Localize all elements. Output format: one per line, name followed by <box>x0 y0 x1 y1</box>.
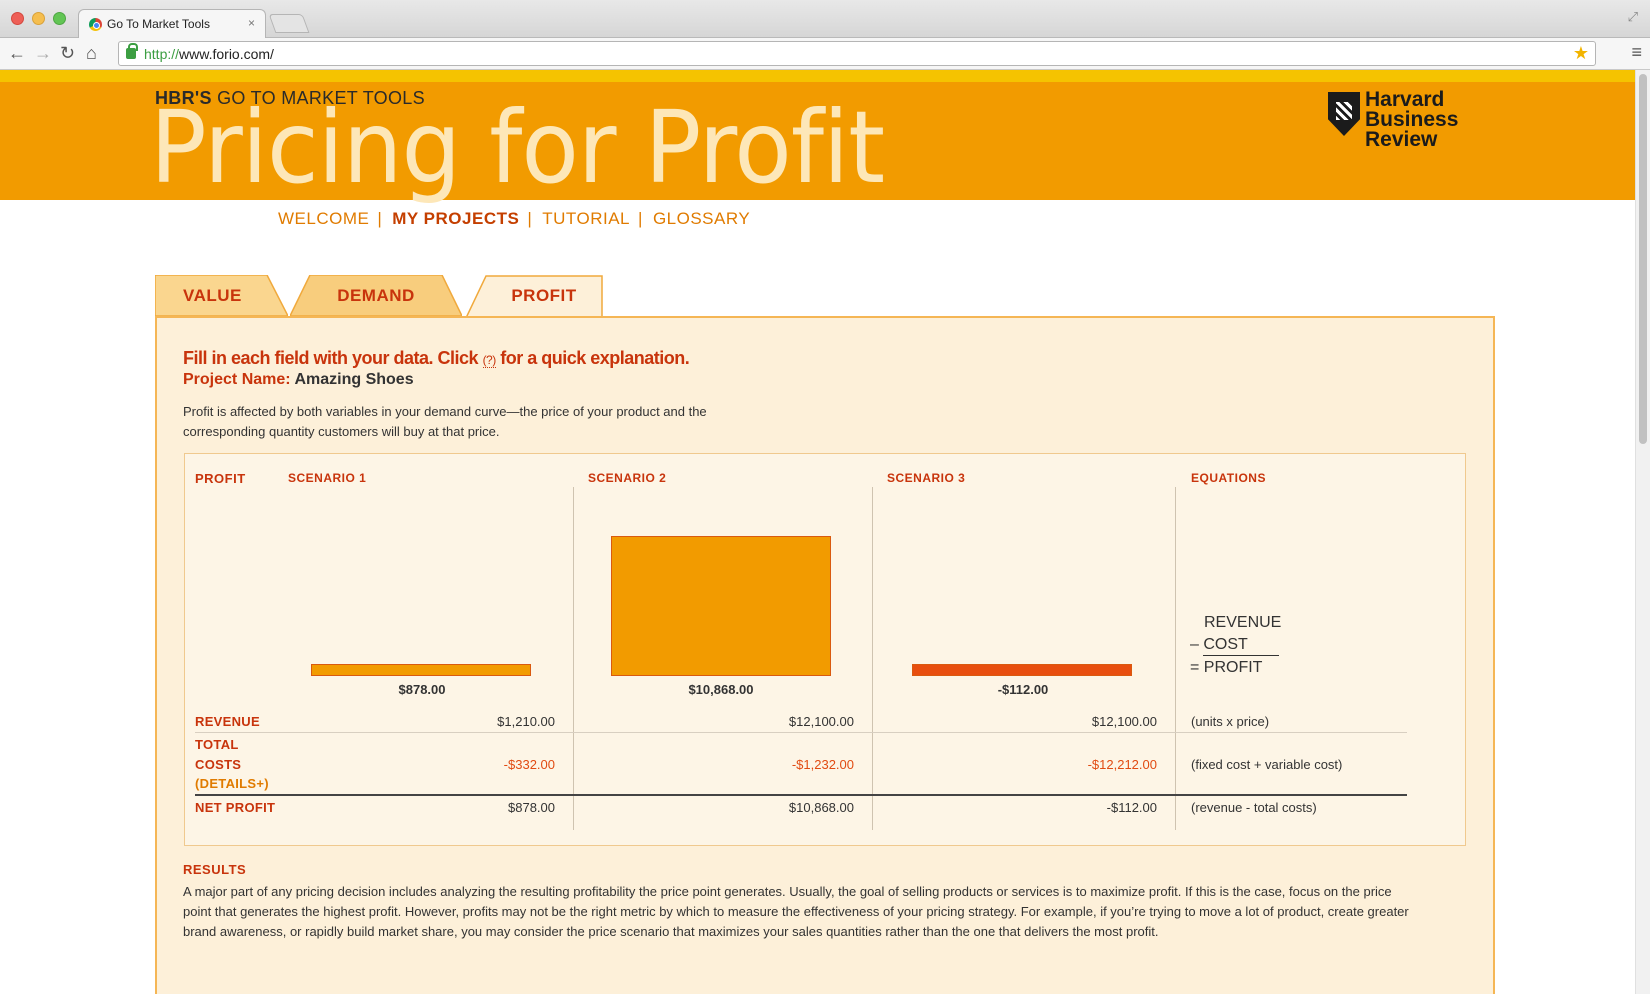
browser-toolbar: ← → ↻ ⌂ http://www.forio.com/ ★ ≡ <box>0 38 1650 70</box>
costs-s2: -$1,232.00 <box>791 757 854 772</box>
logo-text: Harvard Business Review <box>1365 88 1459 151</box>
fullscreen-icon[interactable]: ⤢ <box>1628 9 1638 25</box>
row-divider <box>195 732 1407 733</box>
total-label: TOTAL <box>195 737 239 752</box>
equations-heading: EQUATIONS <box>1191 471 1266 485</box>
tab-demand-label: DEMAND <box>337 286 415 305</box>
page-title: Pricing for Profit <box>150 89 885 206</box>
url-text: http://www.forio.com/ <box>144 46 274 62</box>
bookmark-star-icon[interactable]: ★ <box>1573 43 1589 64</box>
column-divider <box>872 487 873 830</box>
nav-welcome[interactable]: WELCOME <box>278 209 369 228</box>
forward-arrow-icon[interactable]: → <box>34 43 52 63</box>
main-nav: WELCOME | MY PROJECTS | TUTORIAL | GLOSSARY <box>278 209 750 229</box>
profit-bar-3 <box>912 664 1132 676</box>
net-s3: -$112.00 <box>1106 800 1157 815</box>
zoom-window-button[interactable] <box>53 12 66 25</box>
total-rule <box>195 794 1407 796</box>
results-heading: RESULTS <box>183 862 247 877</box>
equation-cost: – COST <box>1190 636 1248 653</box>
profit-heading: PROFIT <box>195 471 246 486</box>
project-name-value: Amazing Shoes <box>294 371 414 388</box>
nav-glossary[interactable]: GLOSSARY <box>653 209 750 228</box>
tab-profit-label: PROFIT <box>511 286 577 305</box>
net-s1: $878.00 <box>508 800 555 815</box>
revenue-s1: $1,210.00 <box>497 714 555 729</box>
minimize-window-button[interactable] <box>32 12 45 25</box>
nav-separator: | <box>638 209 643 228</box>
veritas-shield-icon <box>1328 92 1360 136</box>
hbr-logo[interactable]: Harvard Business Review <box>1328 88 1468 156</box>
tab-demand[interactable]: DEMAND <box>290 275 462 316</box>
browser-tab-title: Go To Market Tools <box>107 17 210 31</box>
revenue-label: REVENUE <box>195 714 260 729</box>
results-text: A major part of any pricing decision inc… <box>183 884 1409 939</box>
scenario-2-heading: SCENARIO 2 <box>588 471 667 485</box>
nav-tutorial[interactable]: TUTORIAL <box>542 209 630 228</box>
address-bar[interactable]: http://www.forio.com/ ★ <box>118 41 1596 66</box>
equation-rule <box>1203 655 1279 656</box>
scenario-3-heading: SCENARIO 3 <box>887 471 966 485</box>
equation-revenue: REVENUE <box>1204 614 1282 631</box>
nav-separator: | <box>527 209 533 228</box>
help-icon[interactable]: (?) <box>482 353 496 368</box>
page-scrollbar[interactable] <box>1635 70 1650 994</box>
tab-value[interactable]: VALUE <box>155 275 288 316</box>
net-equation: (revenue - total costs) <box>1191 800 1317 815</box>
profit-bar-1 <box>311 664 531 676</box>
scrollbar-thumb[interactable] <box>1639 74 1647 444</box>
costs-details-link[interactable]: (DETAILS+) <box>195 776 269 791</box>
profit-description: Profit is affected by both variables in … <box>183 404 707 439</box>
chrome-icon <box>89 18 102 31</box>
profit-panel: Fill in each field with your data. Click… <box>155 316 1495 994</box>
bar-value-label: $10,868.00 <box>688 682 754 697</box>
profit-table: PROFIT SCENARIO 1 SCENARIO 2 SCENARIO 3 … <box>184 453 1466 846</box>
back-arrow-icon[interactable]: ← <box>8 43 26 63</box>
bar-value-label: -$112.00 <box>997 682 1049 697</box>
instruction-text: Fill in each field with your data. Click… <box>183 348 690 368</box>
revenue-s3: $12,100.00 <box>1091 714 1157 729</box>
browser-titlebar: Go To Market Tools × ⤢ <box>0 0 1650 39</box>
profit-bar-2 <box>611 536 831 676</box>
reload-icon[interactable]: ↻ <box>60 43 75 63</box>
browser-menu-icon[interactable]: ≡ <box>1631 42 1642 63</box>
equation-profit: = PROFIT <box>1190 659 1263 676</box>
tab-value-label: VALUE <box>183 286 242 305</box>
net-profit-label: NET PROFIT <box>195 800 276 815</box>
costs-label: COSTS <box>195 757 242 772</box>
nav-separator: | <box>377 209 383 228</box>
costs-equation: (fixed cost + variable cost) <box>1191 757 1343 772</box>
revenue-equation: (units x price) <box>1191 714 1270 729</box>
revenue-s2: $12,100.00 <box>788 714 854 729</box>
tab-profit[interactable]: PROFIT <box>466 275 604 318</box>
net-s2: $10,868.00 <box>788 800 854 815</box>
browser-tab[interactable]: Go To Market Tools × <box>78 9 266 39</box>
project-name: Project Name: Amazing Shoes <box>183 371 414 388</box>
bar-value-label: $878.00 <box>398 682 446 697</box>
column-divider <box>573 487 574 830</box>
lock-icon <box>126 43 138 59</box>
new-tab-button[interactable] <box>268 14 310 33</box>
close-tab-icon[interactable]: × <box>248 16 255 30</box>
home-icon[interactable]: ⌂ <box>86 43 97 63</box>
column-divider <box>1175 487 1176 830</box>
scenario-1-heading: SCENARIO 1 <box>288 471 367 485</box>
costs-s1: -$332.00 <box>503 757 555 772</box>
nav-my-projects[interactable]: MY PROJECTS <box>392 209 519 228</box>
costs-s3: -$12,212.00 <box>1087 757 1157 772</box>
close-window-button[interactable] <box>11 12 24 25</box>
